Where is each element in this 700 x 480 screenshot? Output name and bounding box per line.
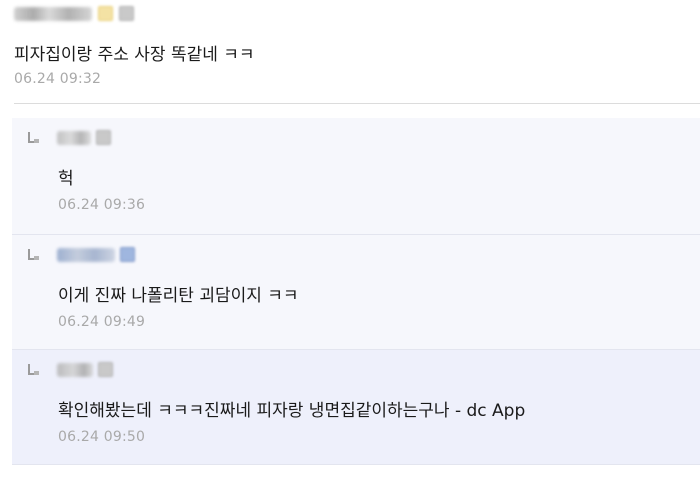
reply-author[interactable] [26, 247, 135, 262]
divider [14, 103, 700, 104]
reply-author[interactable] [26, 362, 113, 377]
reply-timestamp: 06.24 09:36 [58, 197, 146, 213]
user-badge-icon [120, 247, 135, 262]
reply-arrow-icon [26, 131, 40, 144]
reply-timestamp: 06.24 09:50 [58, 429, 146, 445]
reply-text: 이게 진짜 나폴리탄 괴담이지 ㅋㅋ [58, 286, 299, 306]
reply-text: 확인해봤는데 ㅋㅋㅋ진짜네 피자랑 냉면집같이하는구나 - dc App [58, 401, 526, 421]
user-badge-icon [96, 130, 111, 145]
reply: 확인해봤는데 ㅋㅋㅋ진짜네 피자랑 냉면집같이하는구나 - dc App 06.… [12, 350, 700, 465]
comment-timestamp: 06.24 09:32 [14, 71, 102, 87]
user-badge-icon [98, 362, 113, 377]
nickname-blurred[interactable] [57, 362, 93, 377]
nickname-blurred[interactable] [57, 247, 115, 262]
reply: 이게 진짜 나폴리탄 괴담이지 ㅋㅋ 06.24 09:49 [12, 235, 700, 350]
reply-text: 헉 [58, 169, 74, 189]
nickname-blurred[interactable] [57, 130, 91, 145]
reply-timestamp: 06.24 09:49 [58, 314, 146, 330]
comment-thread: 피자집이랑 주소 사장 똑같네 ㅋㅋ 06.24 09:32 헉 06.24 0… [0, 0, 700, 480]
reply-arrow-icon [26, 248, 40, 261]
nickname-blurred[interactable] [14, 6, 92, 21]
comment: 피자집이랑 주소 사장 똑같네 ㅋㅋ 06.24 09:32 [0, 0, 700, 104]
user-badge-icon [98, 6, 113, 21]
user-badge-icon [119, 6, 134, 21]
reply: 헉 06.24 09:36 [12, 118, 700, 235]
reply-arrow-icon [26, 363, 40, 376]
comment-author[interactable] [14, 6, 134, 21]
reply-author[interactable] [26, 130, 111, 145]
comment-text: 피자집이랑 주소 사장 똑같네 ㅋㅋ [14, 45, 255, 65]
